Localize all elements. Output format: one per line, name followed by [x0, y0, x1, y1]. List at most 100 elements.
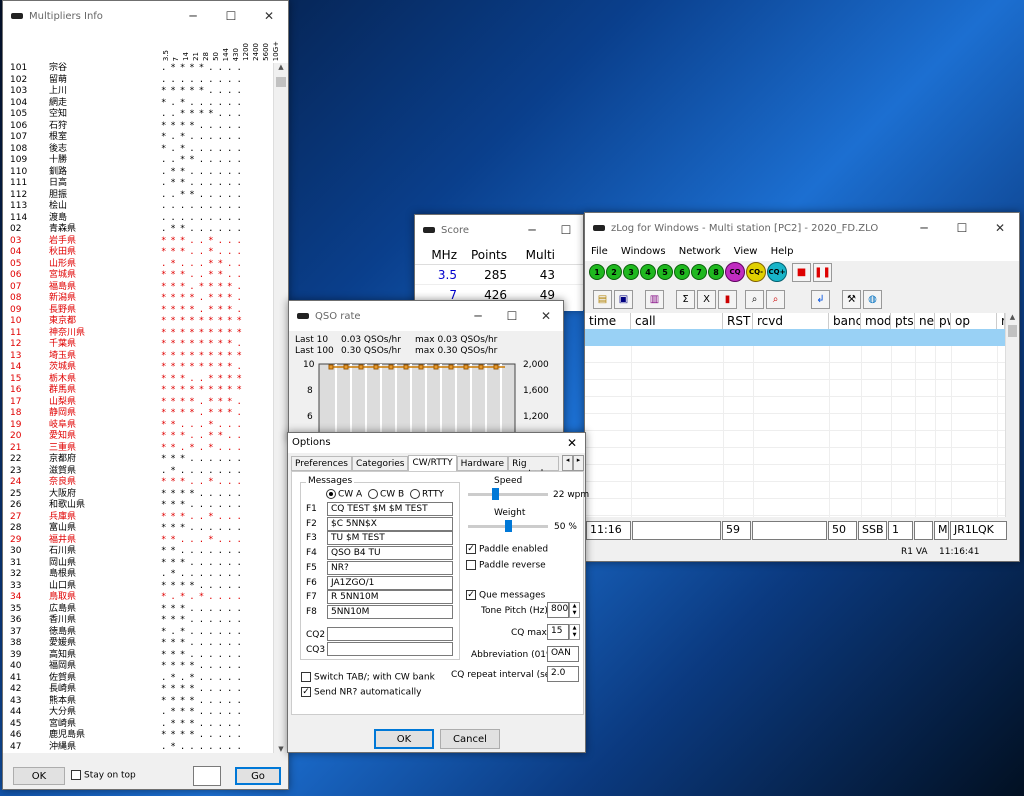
multiplier-row[interactable]: 20 愛知県 * * * . . * * . .: [3, 431, 273, 443]
tab-hardware[interactable]: Hardware: [456, 456, 509, 471]
sum-icon[interactable]: Σ: [676, 289, 695, 309]
score-titlebar[interactable]: Score ─ ☐: [415, 215, 583, 245]
multiplier-row[interactable]: 104 網走 * . * . . . . . .: [3, 98, 273, 110]
entry-field[interactable]: [914, 521, 933, 540]
log-row[interactable]: [585, 380, 1005, 397]
minimize-icon[interactable]: ─: [174, 1, 212, 31]
entry-field[interactable]: 11:16: [586, 521, 631, 540]
log-column-header[interactable]: r: [997, 313, 1005, 329]
multiplier-row[interactable]: 105 空知 . . * * * * . . .: [3, 109, 273, 121]
ok-button[interactable]: OK: [13, 767, 65, 785]
speed-slider[interactable]: [468, 487, 548, 501]
qso-rate-titlebar[interactable]: QSO rate ─ ☐ ✕: [289, 301, 563, 331]
log-row[interactable]: [585, 465, 1005, 482]
multiplier-row[interactable]: 37 徳島県 * . * . . . . . .: [3, 627, 273, 639]
multiplier-row[interactable]: 11 神奈川県 * * * * * * * * *: [3, 328, 273, 340]
log-row[interactable]: [585, 397, 1005, 414]
checkbox-icon[interactable]: [466, 560, 476, 570]
stay-on-top-checkbox[interactable]: Stay on top: [71, 770, 136, 781]
multiplier-row[interactable]: 46 鹿児島県 * * * * . . . . .: [3, 730, 273, 742]
multiplier-row[interactable]: 17 山梨県 * * * * . * * * .: [3, 397, 273, 409]
entry-field[interactable]: M: [934, 521, 949, 540]
log-column-header[interactable]: pts: [891, 313, 915, 329]
checkbox-checked-icon[interactable]: ✓: [466, 544, 476, 554]
function-key-field[interactable]: 5NN10M: [327, 604, 453, 619]
pause-icon[interactable]: ❚❚: [813, 262, 832, 282]
switch-tab-checkbox[interactable]: Switch TAB/; with CW bank: [301, 672, 435, 683]
tone-spin-icon[interactable]: ▲ ▼: [569, 602, 580, 618]
multiplier-row[interactable]: 22 京都府 * * * . . . . . .: [3, 454, 273, 466]
radio-icon[interactable]: ▥: [645, 289, 664, 309]
multiplier-row[interactable]: 106 石狩 * * * * . . . . .: [3, 121, 273, 133]
minimize-icon[interactable]: ─: [461, 301, 495, 331]
tab-rig-control[interactable]: Rig control: [508, 456, 560, 479]
menu-help[interactable]: Help: [771, 246, 794, 257]
cq-number-button[interactable]: 1: [589, 264, 605, 280]
send-nr-checkbox[interactable]: ✓ Send NR? automatically: [301, 687, 422, 698]
multiplier-row[interactable]: 05 山形県 . * . . . * * . .: [3, 259, 273, 271]
multiplier-row[interactable]: 107 根室 * . * . . . . . .: [3, 132, 273, 144]
options-titlebar[interactable]: Options ✕: [288, 433, 585, 453]
menu-windows[interactable]: Windows: [621, 246, 666, 257]
cq2-field[interactable]: [327, 627, 453, 641]
multiplier-row[interactable]: 14 茨城県 * * * * * * * * .: [3, 362, 273, 374]
multiplier-row[interactable]: 12 千葉県 * * * * * * * * .: [3, 339, 273, 351]
weight-slider-thumb[interactable]: [505, 520, 512, 532]
log-scrollbar[interactable]: ▲: [1005, 313, 1019, 517]
multiplier-row[interactable]: 19 岐阜県 * * . . . * . . .: [3, 420, 273, 432]
multiplier-row[interactable]: 21 三重県 * * . * . * . . .: [3, 443, 273, 455]
log-selected-row[interactable]: [585, 329, 1005, 346]
menu-file[interactable]: File: [591, 246, 608, 257]
multiplier-row[interactable]: 34 鳥取県 * . * . * . . . .: [3, 592, 273, 604]
multiplier-row[interactable]: 24 奈良県 * * * . . * . . .: [3, 477, 273, 489]
multiplier-row[interactable]: 101 宗谷 . * * * * . . . .: [3, 63, 273, 75]
multiplier-row[interactable]: 45 宮崎県 . * * * . . . . .: [3, 719, 273, 731]
multiplier-row[interactable]: 32 島根県 . * . . . . . . .: [3, 569, 273, 581]
multiplier-row[interactable]: 26 和歌山県 * * * . . . . . .: [3, 500, 273, 512]
multiplier-row[interactable]: 40 福岡県 * * * * . . . . .: [3, 661, 273, 673]
checkbox-checked-icon[interactable]: ✓: [466, 590, 476, 600]
stop-icon[interactable]: ■: [792, 262, 811, 282]
multiplier-row[interactable]: 43 熊本県 * * * * . . . . .: [3, 696, 273, 708]
ok-button[interactable]: OK: [374, 729, 434, 749]
tab-scroll-left-icon[interactable]: ◂: [562, 455, 574, 471]
tab-cw-rtty[interactable]: CW/RTTY: [408, 455, 457, 471]
multiplier-row[interactable]: 42 長崎県 * * * * . . . . .: [3, 684, 273, 696]
log-column-header[interactable]: pw: [935, 313, 951, 329]
function-key-field[interactable]: TU $M TEST: [327, 531, 453, 546]
multiplier-row[interactable]: 38 愛媛県 * * * . . . . . .: [3, 638, 273, 650]
multiplier-row[interactable]: 30 石川県 * * . . . . . . .: [3, 546, 273, 558]
scroll-thumb[interactable]: [1008, 325, 1017, 337]
log-row[interactable]: [585, 363, 1005, 380]
mode-radio-cw-b[interactable]: CW B: [368, 489, 404, 500]
mode-radio-rtty[interactable]: RTTY: [410, 489, 444, 500]
entry-field[interactable]: SSB: [858, 521, 887, 540]
open-folder-icon[interactable]: ▤: [593, 289, 612, 309]
weight-slider[interactable]: [468, 519, 548, 533]
multiplier-row[interactable]: 47 沖縄県 . * . . . . . . .: [3, 742, 273, 754]
log-column-header[interactable]: banc: [829, 313, 861, 329]
menu-network[interactable]: Network: [679, 246, 721, 257]
close-icon[interactable]: ✕: [981, 213, 1019, 243]
log-row[interactable]: [585, 499, 1005, 516]
go-button[interactable]: Go: [235, 767, 281, 785]
search-icon[interactable]: ⌕: [745, 289, 764, 309]
maximize-icon[interactable]: ☐: [943, 213, 981, 243]
checkbox-icon[interactable]: [301, 672, 311, 682]
cq-number-button[interactable]: 7: [691, 264, 707, 280]
multiplier-row[interactable]: 111 日高 . * * . . . . . .: [3, 178, 273, 190]
close-icon[interactable]: ✕: [250, 1, 288, 31]
multiplier-row[interactable]: 15 栃木県 * * * . . * * * *: [3, 374, 273, 386]
multiplier-row[interactable]: 04 秋田県 * * * . . * . . .: [3, 247, 273, 259]
maximize-icon[interactable]: ☐: [495, 301, 529, 331]
multiplier-row[interactable]: 16 群馬県 * * * * * * * * *: [3, 385, 273, 397]
cq-number-button[interactable]: 3: [623, 264, 639, 280]
menu-view[interactable]: View: [734, 246, 758, 257]
search-partial-icon[interactable]: ⌕: [766, 289, 785, 309]
log-row[interactable]: [585, 431, 1005, 448]
maximize-icon[interactable]: ☐: [212, 1, 250, 31]
paddle-enabled-checkbox[interactable]: ✓ Paddle enabled: [466, 544, 548, 555]
entry-field[interactable]: 59: [722, 521, 751, 540]
multiplier-row[interactable]: 27 兵庫県 * * * . . * . . .: [3, 512, 273, 524]
log-column-header[interactable]: time: [585, 313, 631, 329]
